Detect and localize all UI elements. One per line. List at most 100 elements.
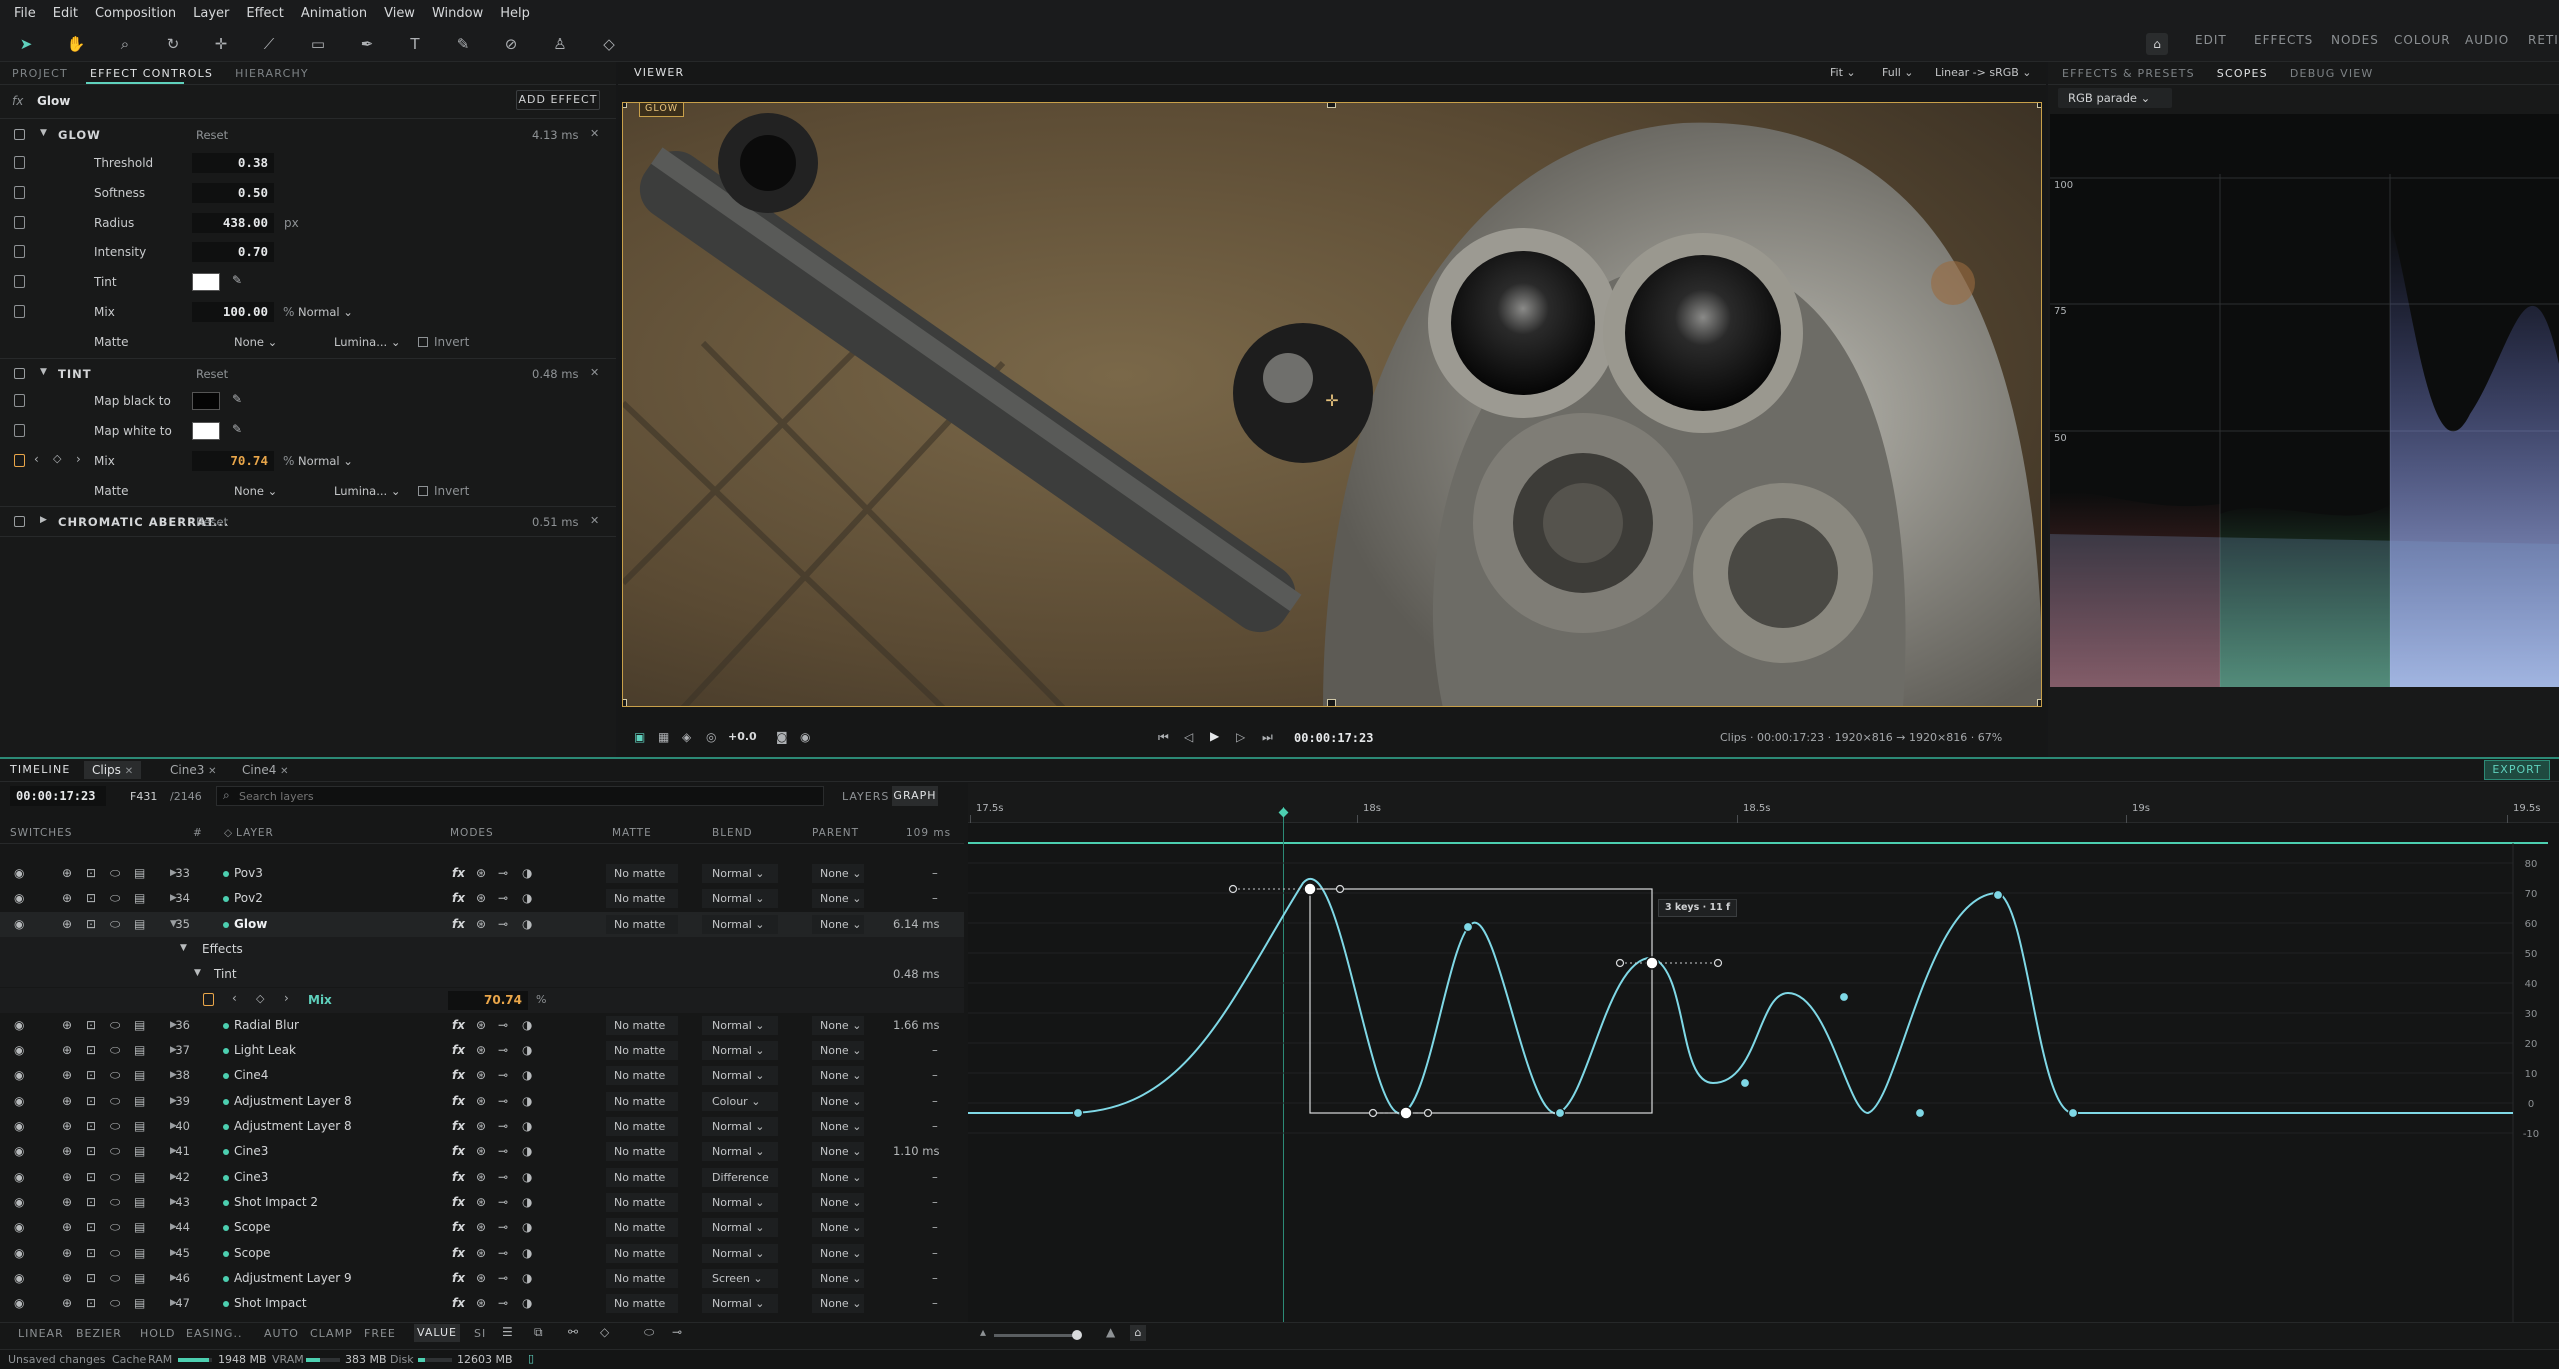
effects-group-row[interactable]: ▼ Effects (0, 936, 964, 962)
layer-row[interactable]: ◉ ⊕ ⊡ ⬭ ▤ ▶ 38 Cine4 fx ⊛ ⊸ ◑ No matte ⌄… (0, 1063, 964, 1101)
blend-dropdown[interactable]: Normal ⌄ (702, 1218, 778, 1238)
adjustment-icon[interactable]: ⊸ (498, 1271, 508, 1285)
layer-color-label[interactable] (223, 1275, 229, 1282)
add-keyframe-icon[interactable]: ◇ (53, 452, 61, 465)
softness-value[interactable]: 0.50 (192, 183, 274, 203)
close-icon[interactable]: ✕ (208, 766, 216, 777)
pick-tool-icon[interactable]: ⟋ (258, 33, 280, 55)
lock-icon[interactable]: ⊡ (86, 891, 96, 905)
fx-switch[interactable]: fx (452, 1296, 465, 1310)
motion-blur-icon[interactable]: ⊛ (476, 866, 486, 880)
blend-dropdown[interactable]: Normal ⌄ (702, 1192, 778, 1212)
workspace-edit[interactable]: EDIT (2195, 33, 2227, 47)
motion-blur-icon[interactable]: ⊛ (476, 1195, 486, 1209)
snapshot-icon[interactable]: ◙ (776, 730, 788, 744)
bezier-handle-key[interactable] (1228, 884, 1238, 894)
fx-switch[interactable]: fx (452, 1094, 465, 1108)
visibility-icon[interactable]: ◉ (14, 1094, 24, 1108)
blend-dropdown[interactable]: Difference ⌄ (702, 1167, 778, 1203)
graph-settings-icon[interactable]: ☰ (502, 1325, 513, 1339)
parent-dropdown[interactable]: None ⌄ (812, 1142, 864, 1162)
blend-dropdown[interactable]: Colour ⌄ (702, 1091, 778, 1111)
menu-animation[interactable]: Animation (301, 6, 367, 21)
shy-icon[interactable]: ⬭ (110, 1220, 120, 1235)
lock-icon[interactable]: ⊡ (86, 1195, 96, 1209)
layer-name[interactable]: Pov3 (234, 866, 263, 880)
keyframe-icon[interactable] (14, 424, 25, 437)
layer-row[interactable]: ◉ ⊕ ⊡ ⬭ ▤ ▶ 40 Adjustment Layer 8 fx ⊛ ⊸… (0, 1114, 964, 1152)
adjustment-icon[interactable]: ⊸ (498, 1043, 508, 1057)
mix-value[interactable]: 100.00 (192, 302, 274, 322)
layer-color-label[interactable] (223, 921, 229, 928)
preview-icon[interactable]: ▤ (134, 1271, 145, 1285)
blend-dropdown[interactable]: Normal ⌄ (702, 1117, 778, 1136)
go-end-icon[interactable]: ⏭ (1262, 730, 1273, 745)
preview-icon[interactable]: ▤ (134, 1296, 145, 1310)
motion-blur-icon[interactable]: ⊛ (476, 891, 486, 905)
shy-icon[interactable]: ⬭ (110, 891, 120, 906)
fx-switch[interactable]: fx (452, 866, 465, 880)
matte-dropdown[interactable]: No matte ⌄ (606, 1091, 678, 1127)
preview-icon[interactable]: ▤ (134, 917, 145, 931)
bezier-handle-key[interactable] (1423, 1108, 1433, 1118)
lock-icon[interactable]: ⊡ (86, 1144, 96, 1158)
layer-name[interactable]: Radial Blur (234, 1018, 299, 1032)
visibility-icon[interactable]: ◉ (14, 1119, 24, 1133)
text-tool-icon[interactable]: T (404, 33, 426, 55)
keyframe-active-icon[interactable] (14, 454, 25, 467)
blend-dropdown[interactable]: Normal ⌄ (702, 1015, 778, 1035)
layer-name[interactable]: Shot Impact 2 (234, 1195, 318, 1209)
mask-tool-icon[interactable]: ◇ (598, 33, 620, 55)
adjustment-icon[interactable]: ⊸ (498, 917, 508, 931)
tab-effects-presets[interactable]: EFFECTS & PRESETS (2062, 67, 2195, 80)
solo-icon[interactable]: ⊕ (62, 1246, 72, 1260)
selected-keyframe[interactable] (1399, 1106, 1413, 1120)
fit-dropdown[interactable]: Fit ⌄ (1830, 66, 1856, 79)
preview-icon[interactable]: ▤ (134, 1220, 145, 1234)
tint-mix-value[interactable]: 70.74 (192, 451, 274, 471)
selected-keyframe[interactable] (1303, 882, 1317, 896)
prev-keyframe-icon[interactable]: ‹ (232, 991, 237, 1005)
shy-icon[interactable]: ⬭ (110, 1170, 120, 1185)
fx-switch[interactable]: fx (452, 1271, 465, 1285)
viewer-tab[interactable]: VIEWER (634, 66, 684, 79)
eyedropper-icon[interactable]: ✎ (232, 422, 242, 436)
graph-keyframe[interactable] (1072, 1107, 1084, 1119)
export-button[interactable]: EXPORT (2484, 760, 2550, 780)
eyedropper-icon[interactable]: ✎ (232, 273, 242, 287)
workspace-colour[interactable]: COLOUR (2394, 33, 2451, 47)
layer-row[interactable]: ◉ ⊕ ⊡ ⬭ ▤ ▶ 36 Radial Blur fx ⊛ ⊸ ◑ No m… (0, 1013, 964, 1051)
3d-layer-icon[interactable]: ◑ (522, 891, 532, 905)
graph-keyframe[interactable] (1838, 991, 1850, 1003)
layer-name[interactable]: Light Leak (234, 1043, 296, 1057)
tint-mix-mode-dropdown[interactable]: Normal ⌄ (298, 451, 353, 471)
parent-dropdown[interactable]: None ⌄ (812, 1218, 864, 1238)
motion-blur-icon[interactable]: ⊛ (476, 1271, 486, 1285)
shy-icon[interactable]: ⬭ (110, 1043, 120, 1058)
blend-dropdown[interactable]: Normal ⌄ (702, 889, 778, 909)
matte-dropdown[interactable]: None ⌄ (234, 332, 277, 352)
menu-help[interactable]: Help (500, 6, 530, 21)
layer-name[interactable]: Adjustment Layer 8 (234, 1119, 352, 1133)
mix-property-row[interactable]: ‹ ◇ › Mix 70.74% (0, 987, 964, 1013)
tint-reset-button[interactable]: Reset (196, 367, 228, 381)
adjustment-icon[interactable]: ⊸ (498, 1246, 508, 1260)
fx-switch[interactable]: fx (452, 1018, 465, 1032)
layer-color-label[interactable] (223, 1199, 229, 1206)
keyframe-icon[interactable] (14, 186, 25, 199)
3d-layer-icon[interactable]: ◑ (522, 1043, 532, 1057)
layer-row[interactable]: ◉ ⊕ ⊡ ⬭ ▤ ▶ 43 Shot Impact 2 fx ⊛ ⊸ ◑ No… (0, 1190, 964, 1228)
matte-dropdown[interactable]: No matte ⌄ (606, 1066, 678, 1101)
solo-icon[interactable]: ⊕ (62, 1018, 72, 1032)
layer-name[interactable]: Cine4 (234, 1068, 268, 1082)
play-icon[interactable]: ▶ (1210, 729, 1219, 743)
safe-area-icon[interactable]: ▣ (634, 730, 645, 744)
layer-color-label[interactable] (223, 1124, 229, 1130)
solo-icon[interactable]: ⊕ (62, 891, 72, 905)
preview-icon[interactable]: ▤ (134, 1018, 145, 1032)
tab-project[interactable]: PROJECT (12, 67, 68, 80)
layer-row[interactable]: ◉ ⊕ ⊡ ⬭ ▤ ▼ 35 Glow fx ⊛ ⊸ ◑ No matte ⌄ … (0, 911, 964, 950)
layer-color-label[interactable] (223, 1022, 229, 1029)
solo-icon[interactable]: ⊕ (62, 1271, 72, 1285)
transform-handle[interactable] (2037, 103, 2041, 108)
